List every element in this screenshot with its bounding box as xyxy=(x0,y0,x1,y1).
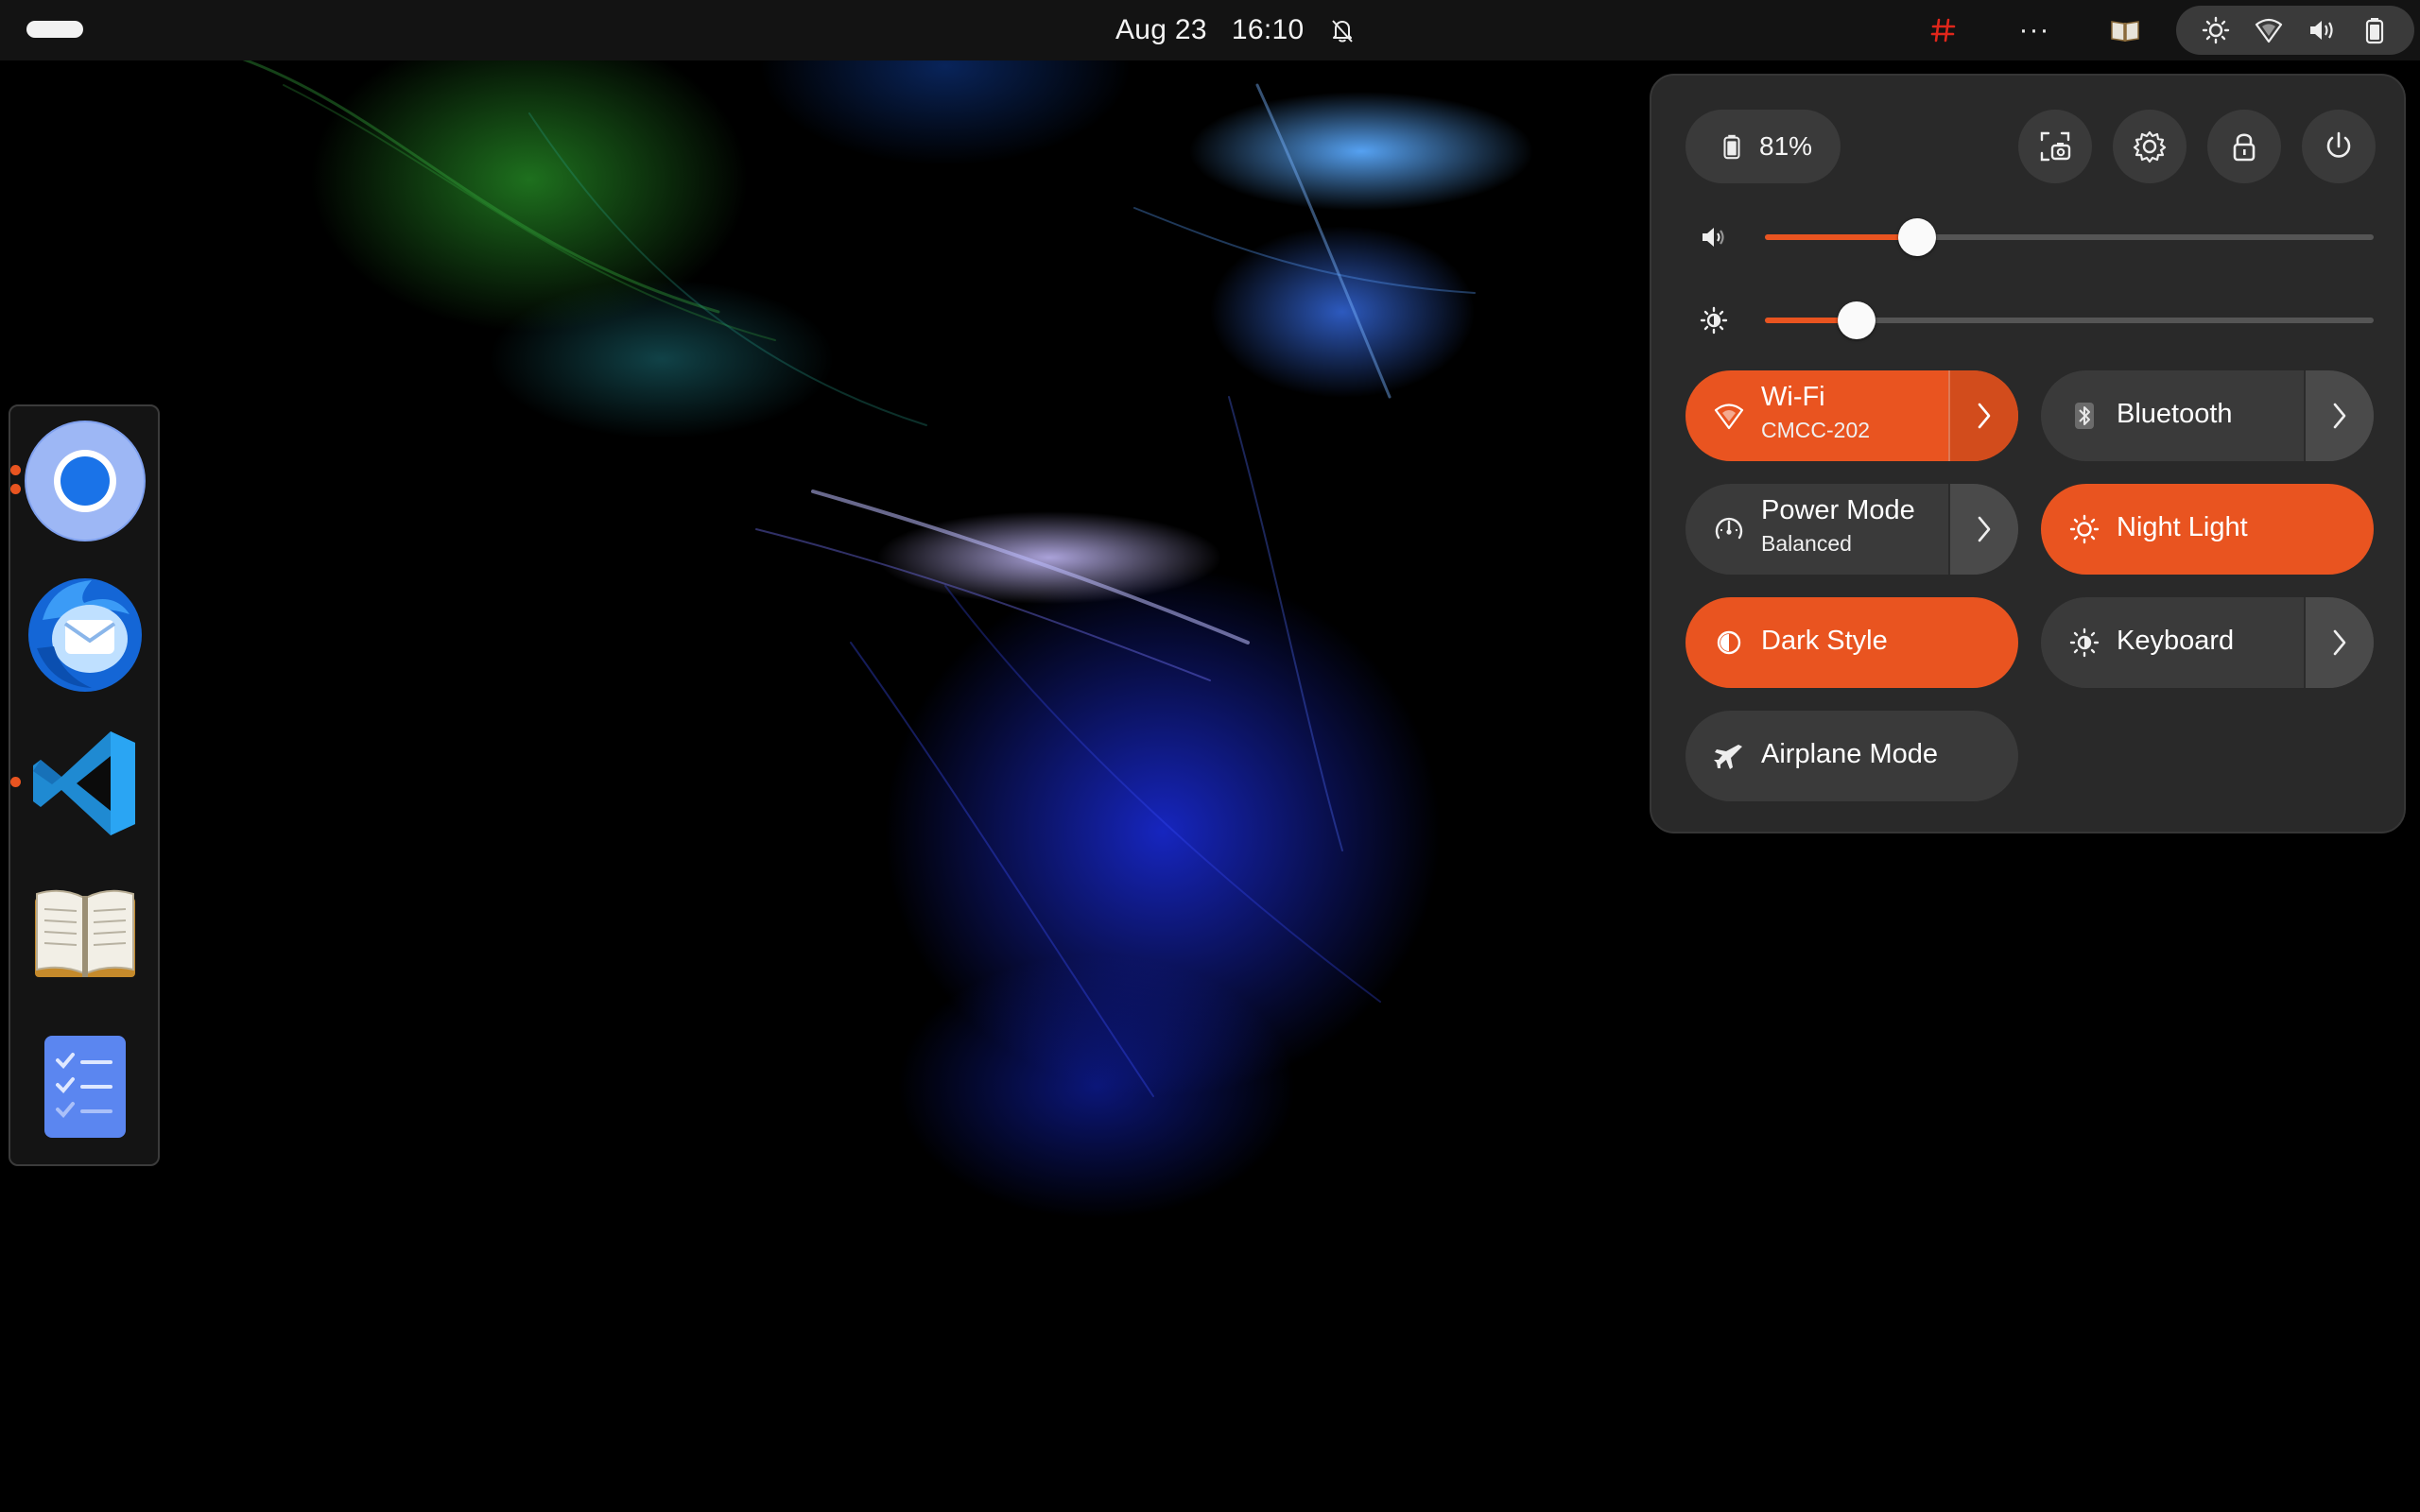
bluetooth-icon xyxy=(2075,403,2094,429)
bluetooth-label: Bluetooth xyxy=(2117,399,2233,429)
volume-icon xyxy=(1703,228,1724,247)
app-tray-icon[interactable] xyxy=(1927,13,1961,47)
battery-icon xyxy=(1723,134,1740,160)
power-mode-label: Power Mode xyxy=(1761,495,1915,525)
wifi-icon xyxy=(1714,404,1744,430)
book-tray-icon[interactable] xyxy=(2108,13,2142,47)
brightness-slider-row xyxy=(1685,295,2374,344)
brightness-slider-handle[interactable] xyxy=(1837,301,1876,339)
clock-time: 16:10 xyxy=(1231,14,1305,45)
thunderbird-app-icon[interactable] xyxy=(24,571,147,694)
night-light-toggle[interactable]: Night Light xyxy=(2041,484,2374,575)
airplane-icon xyxy=(1714,745,1742,769)
chromium-app-icon[interactable] xyxy=(10,420,147,542)
power-mode-menu-button[interactable] xyxy=(1948,484,2018,575)
battery-icon xyxy=(2365,18,2384,44)
keyboard-menu-button[interactable] xyxy=(2304,597,2374,688)
dark-style-label: Dark Style xyxy=(1761,626,1888,656)
airplane-mode-label: Airplane Mode xyxy=(1761,739,1938,769)
notifications-muted-icon xyxy=(1332,20,1353,43)
battery-percentage: 81% xyxy=(1759,131,1813,161)
chevron-right-icon xyxy=(1978,403,1991,429)
lock-icon xyxy=(2233,133,2256,162)
chevron-right-icon xyxy=(1978,516,1991,542)
volume-icon xyxy=(2310,21,2333,40)
keyboard-label: Keyboard xyxy=(2117,626,2235,656)
keyboard-brightness-icon xyxy=(2069,627,2100,658)
dark-style-toggle[interactable]: Dark Style xyxy=(1685,597,2018,688)
volume-slider[interactable] xyxy=(1765,218,2374,256)
activities-indicator[interactable] xyxy=(26,21,83,38)
screenshot-icon xyxy=(2040,131,2071,162)
screenshot-button[interactable] xyxy=(2018,110,2092,183)
power-mode-gauge-icon xyxy=(1715,517,1743,540)
running-indicator xyxy=(10,777,21,787)
chevron-right-icon xyxy=(2333,403,2346,429)
power-button[interactable] xyxy=(2302,110,2376,183)
clock[interactable]: Aug 23 16:10 xyxy=(1115,0,1304,60)
gear-icon xyxy=(2133,130,2167,163)
dock xyxy=(9,404,160,1166)
keyboard-toggle[interactable]: Keyboard xyxy=(2041,597,2374,688)
power-mode-value: Balanced xyxy=(1761,531,1852,556)
airplane-mode-toggle[interactable]: Airplane Mode xyxy=(1685,711,2018,801)
wifi-menu-button[interactable] xyxy=(1948,370,2018,461)
lock-screen-button[interactable] xyxy=(2207,110,2281,183)
settings-button[interactable] xyxy=(2113,110,2187,183)
wifi-label: Wi-Fi xyxy=(1761,382,1825,412)
night-light-icon xyxy=(2069,514,2100,544)
brightness-slider[interactable] xyxy=(1765,301,2374,339)
quick-settings-panel: 81% Wi-Fi CMCC-202 Bluetooth Power Mode … xyxy=(1650,74,2406,833)
top-bar: Aug 23 16:10 ··· xyxy=(0,0,2420,60)
volume-slider-row xyxy=(1685,212,2374,261)
dark-style-icon xyxy=(1717,630,1741,655)
bluetooth-toggle[interactable]: Bluetooth xyxy=(2041,370,2374,461)
brightness-icon xyxy=(1700,306,1728,335)
more-icon[interactable]: ··· xyxy=(2017,13,2051,47)
wifi-network-name: CMCC-202 xyxy=(1761,418,1871,442)
wifi-toggle[interactable]: Wi-Fi CMCC-202 xyxy=(1685,370,2018,461)
night-light-label: Night Light xyxy=(2117,512,2248,542)
volume-slider-handle[interactable] xyxy=(1898,218,1936,256)
clock-date: Aug 23 xyxy=(1115,14,1207,45)
power-mode-toggle[interactable]: Power Mode Balanced xyxy=(1685,484,2018,575)
vscode-app-icon[interactable] xyxy=(10,722,147,845)
power-icon xyxy=(2326,131,2351,158)
running-indicator xyxy=(10,484,21,494)
planify-app-icon[interactable] xyxy=(24,1024,147,1147)
desktop: Aug 23 16:10 ··· 81% Wi-Fi CMCC-202 Blue… xyxy=(0,0,2420,1512)
bookworm-app-icon[interactable] xyxy=(24,873,147,996)
night-light-icon xyxy=(2202,16,2230,44)
system-status-menu[interactable] xyxy=(2176,6,2414,55)
running-indicator xyxy=(10,465,21,475)
chevron-right-icon xyxy=(2333,629,2346,656)
volume-slider-fill xyxy=(1765,234,1917,240)
battery-button[interactable]: 81% xyxy=(1685,110,1841,183)
bluetooth-menu-button[interactable] xyxy=(2304,370,2374,461)
wifi-icon xyxy=(2255,18,2283,43)
